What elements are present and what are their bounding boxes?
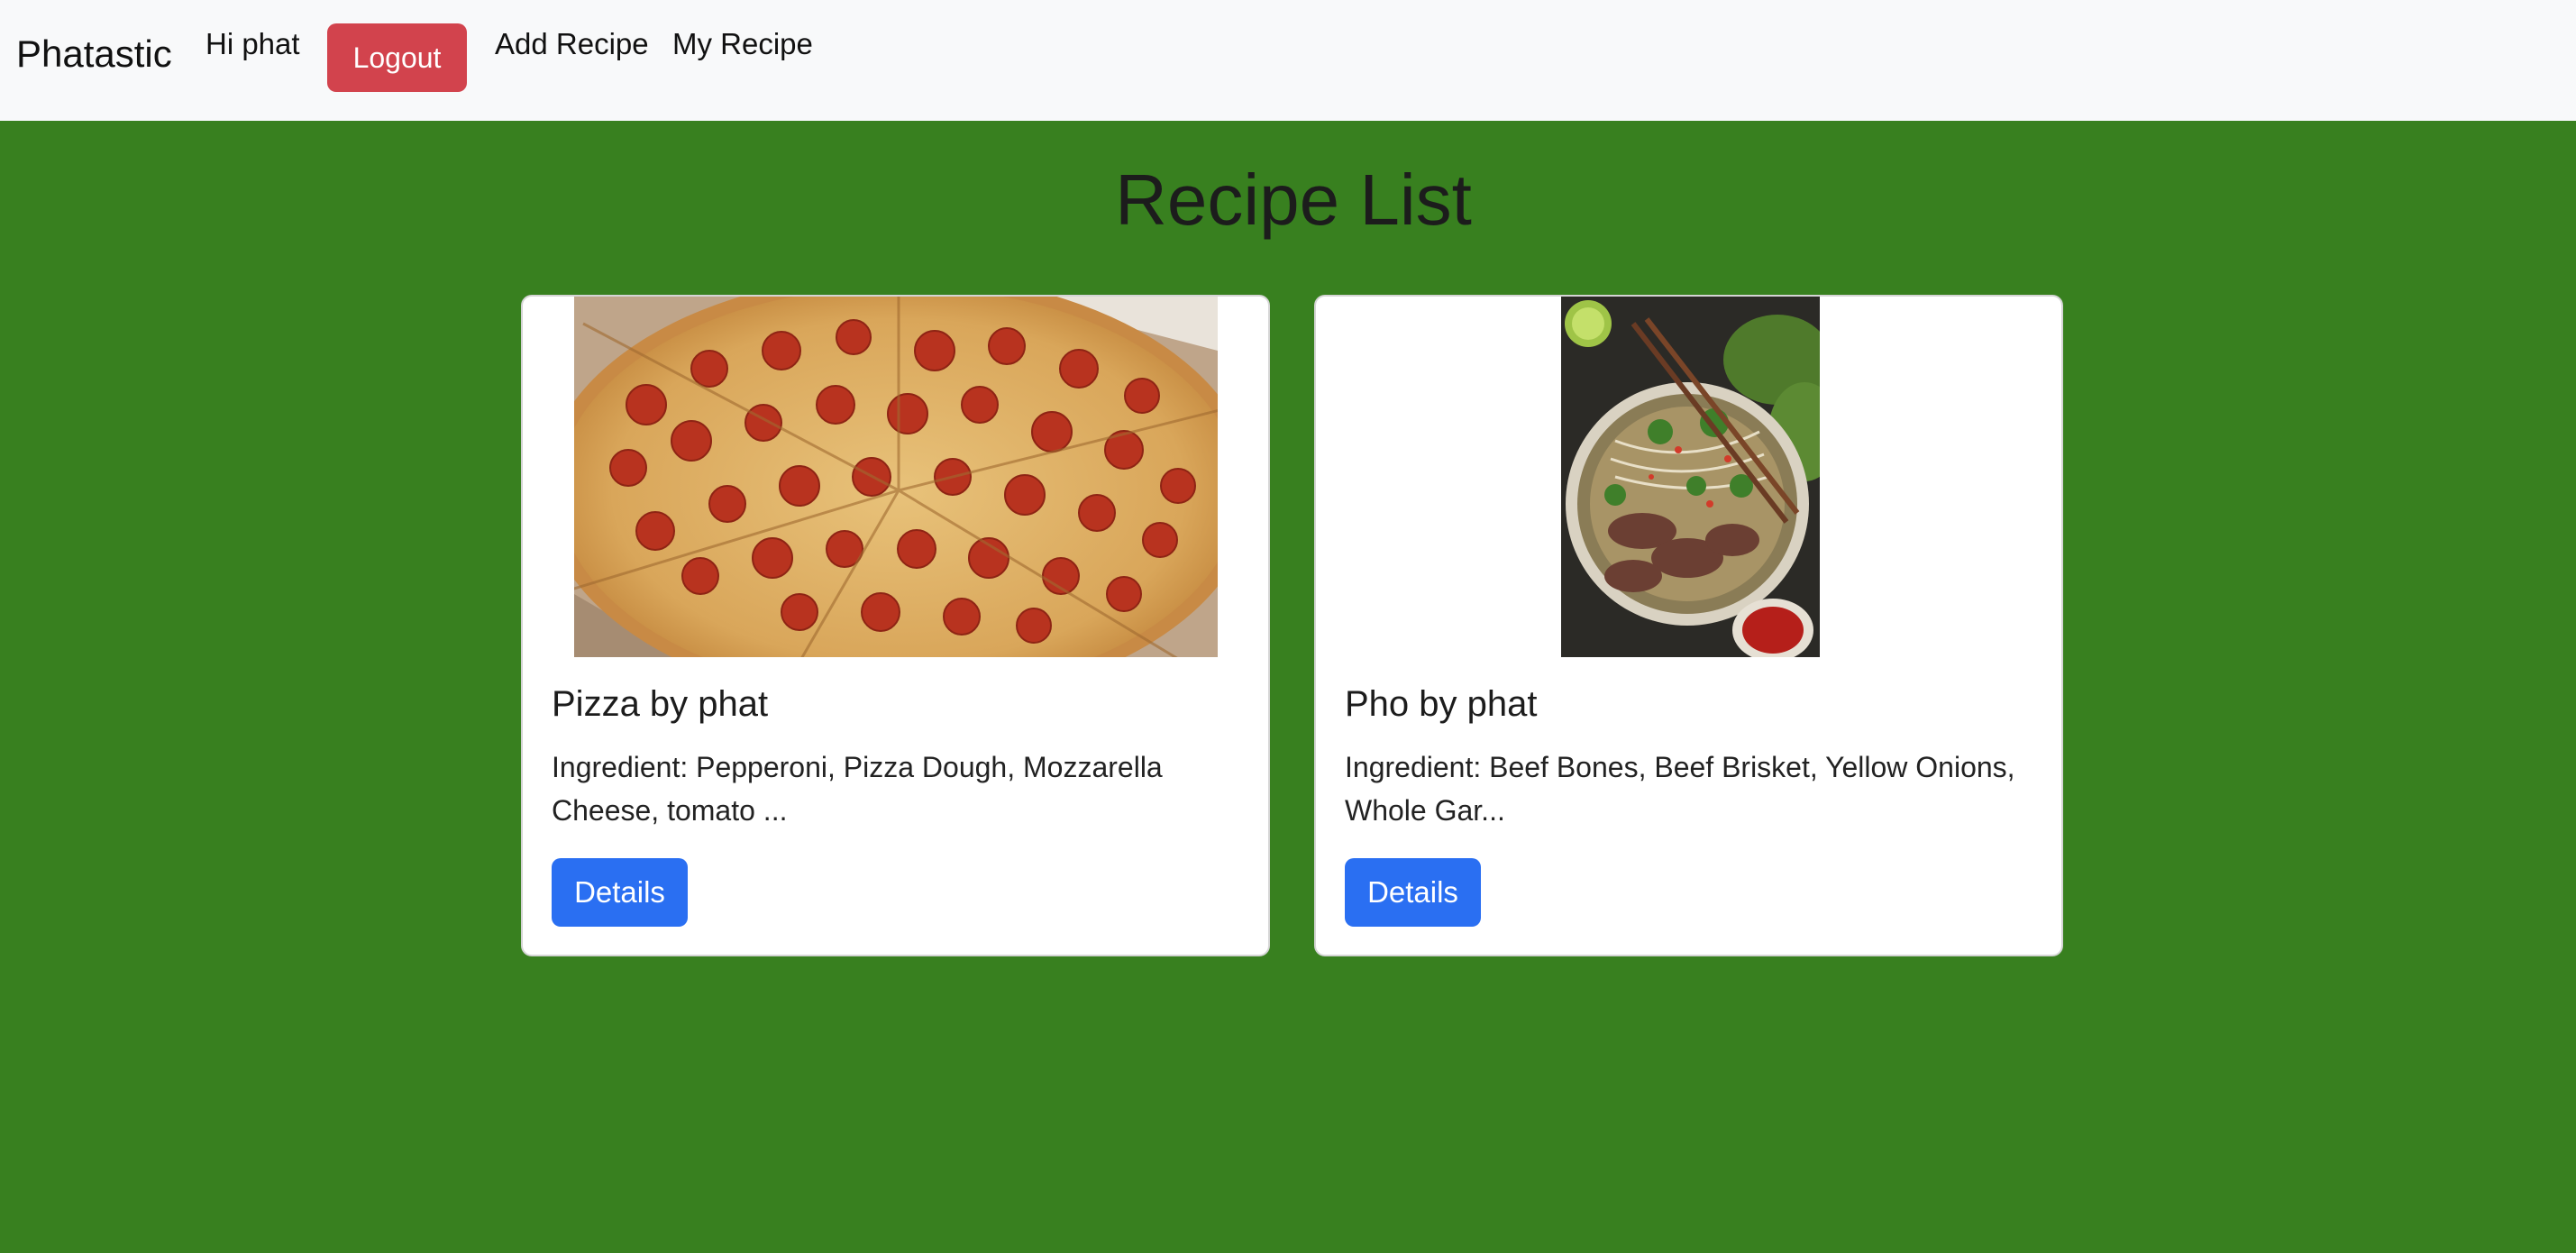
page-title: Recipe List: [1115, 160, 1472, 240]
logout-button[interactable]: Logout: [327, 23, 467, 92]
recipe-ingredients: Ingredient: Pepperoni, Pizza Dough, Mozz…: [552, 751, 1163, 827]
recipe-card: Pizza by phat Ingredient: Pepperoni, Piz…: [521, 295, 1270, 956]
recipe-image-pizza: [574, 297, 1218, 657]
nav-link-add-recipe[interactable]: Add Recipe: [495, 27, 649, 61]
top-navbar: Phatastic Hi phat Logout Add Recipe My R…: [0, 0, 2576, 121]
recipe-card: Pho by phat Ingredient: Beef Bones, Beef…: [1314, 295, 2063, 956]
recipe-ingredients: Ingredient: Beef Bones, Beef Brisket, Ye…: [1345, 751, 2015, 827]
nav-link-my-recipe[interactable]: My Recipe: [672, 27, 813, 61]
details-button[interactable]: Details: [1345, 858, 1481, 927]
recipe-image-pho: [1561, 297, 1820, 657]
recipe-title: Pho by phat: [1345, 684, 1538, 724]
brand-logo[interactable]: Phatastic: [16, 32, 172, 76]
recipe-title: Pizza by phat: [552, 684, 769, 724]
user-greeting: Hi phat: [206, 27, 300, 60]
details-button[interactable]: Details: [552, 858, 688, 927]
